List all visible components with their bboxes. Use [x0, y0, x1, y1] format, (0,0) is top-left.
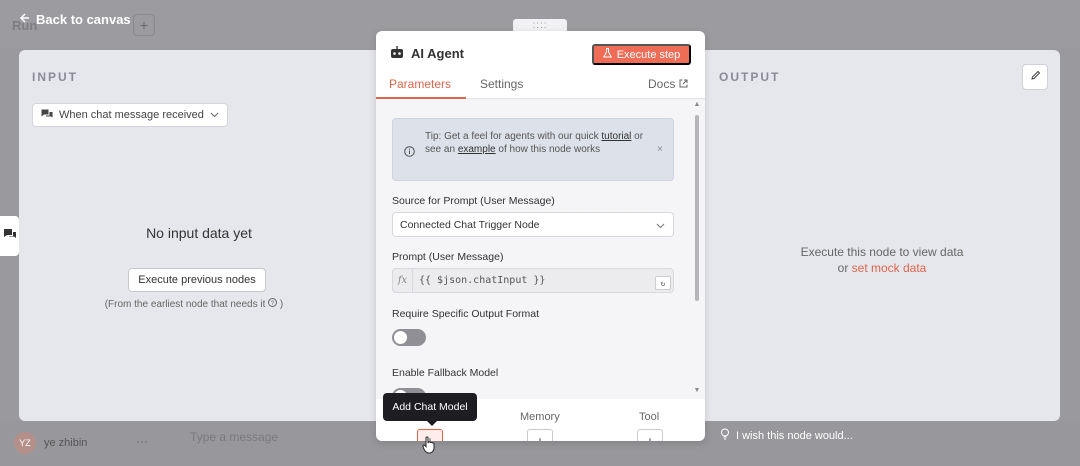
- node-title: AI Agent: [411, 46, 464, 61]
- execute-step-button[interactable]: Execute step: [592, 44, 691, 65]
- add-node-button[interactable]: +: [133, 14, 155, 36]
- tip-text: Tip: Get a feel for agents with our quic…: [425, 130, 645, 156]
- output-panel-label: OUTPUT: [719, 70, 781, 84]
- source-prompt-label: Source for Prompt (User Message): [392, 195, 555, 207]
- fx-icon: fx: [393, 269, 413, 292]
- empty-state-title: No input data yet: [146, 225, 252, 241]
- fallback-model-label: Enable Fallback Model: [392, 367, 499, 379]
- chevron-down-icon: [210, 109, 219, 121]
- user-more-button[interactable]: ···: [136, 434, 148, 448]
- output-panel: OUTPUT Execute this node to view data or…: [704, 50, 1060, 421]
- tip-suffix: of how this node works: [495, 144, 601, 155]
- chat-toggle-button[interactable]: [0, 216, 19, 256]
- robot-icon: [390, 46, 404, 64]
- add-chat-model-tooltip: Add Chat Model: [383, 393, 477, 426]
- example-link[interactable]: example: [458, 144, 496, 155]
- tool-label: Tool: [639, 411, 660, 423]
- tip-prefix: Tip: Get a feel for agents with our quic…: [425, 131, 602, 142]
- source-prompt-select[interactable]: Connected Chat Trigger Node: [392, 212, 674, 237]
- add-memory-button[interactable]: +: [527, 429, 553, 441]
- tutorial-link[interactable]: tutorial: [601, 131, 631, 142]
- tab-parameters[interactable]: Parameters: [389, 77, 451, 91]
- scroll-down-arrow-icon[interactable]: ▼: [693, 387, 701, 394]
- node-tabs: Parameters Settings Docs: [376, 75, 705, 99]
- user-name: ye zhibin: [44, 437, 88, 449]
- memory-label: Memory: [520, 411, 560, 423]
- feedback-placeholder: I wish this node would...: [736, 429, 853, 442]
- external-link-icon: [679, 77, 688, 91]
- execute-previous-nodes-button[interactable]: Execute previous nodes: [128, 268, 266, 292]
- input-panel-label: INPUT: [32, 70, 78, 84]
- parameters-content: Tip: Get a feel for agents with our quic…: [376, 99, 705, 405]
- execute-step-label: Execute step: [616, 48, 681, 61]
- feedback-input[interactable]: I wish this node would...: [720, 428, 853, 443]
- output-exec-text: Execute this node to view data: [800, 245, 964, 259]
- scrollbar-thumb[interactable]: [695, 115, 699, 301]
- pencil-icon: [1030, 68, 1041, 86]
- earliest-note-close: ): [279, 299, 284, 310]
- flask-icon: [602, 48, 612, 61]
- scrollbar[interactable]: ▲ ▼: [693, 99, 701, 399]
- node-settings-modal: AI Agent Execute step Parameters Setting…: [376, 31, 705, 441]
- source-prompt-value: Connected Chat Trigger Node: [400, 218, 540, 231]
- back-to-canvas-link[interactable]: Back to canvas: [18, 12, 131, 27]
- back-to-canvas-label: Back to canvas: [36, 12, 131, 27]
- require-output-toggle[interactable]: [392, 329, 426, 346]
- edit-output-button[interactable]: [1022, 64, 1048, 90]
- avatar: YZ: [14, 432, 36, 454]
- prompt-label: Prompt (User Message): [392, 251, 504, 263]
- output-empty-state: Execute this node to view data or set mo…: [704, 244, 1060, 276]
- earliest-note-text: (From the earliest node that needs it: [104, 299, 266, 310]
- set-mock-data-link[interactable]: set mock data: [852, 261, 927, 275]
- arrow-left-icon: [18, 12, 30, 27]
- close-icon[interactable]: ×: [657, 144, 663, 155]
- tab-settings[interactable]: Settings: [480, 77, 523, 91]
- prompt-expression-field[interactable]: fx {{ $json.chatInput }} ↻: [392, 268, 674, 293]
- docs-label: Docs: [648, 77, 676, 91]
- docs-link[interactable]: Docs: [648, 77, 688, 91]
- user-menu[interactable]: YZ ye zhibin: [14, 432, 87, 454]
- prompt-expression-value: {{ $json.chatInput }}: [419, 275, 546, 286]
- tip-callout: Tip: Get a feel for agents with our quic…: [392, 118, 674, 181]
- chat-message-input[interactable]: Type a message: [190, 430, 278, 444]
- earliest-node-note: (From the earliest node that needs it ? …: [19, 298, 369, 310]
- chevron-down-icon: [656, 220, 665, 232]
- chat-bubbles-icon: [3, 227, 17, 245]
- input-panel: INPUT When chat message received No inpu…: [19, 50, 379, 421]
- require-output-label: Require Specific Output Format: [392, 308, 540, 320]
- lightbulb-icon: [720, 428, 730, 443]
- add-tool-button[interactable]: +: [637, 429, 663, 441]
- chat-icon: [41, 109, 53, 122]
- trigger-node-select[interactable]: When chat message received: [32, 103, 228, 127]
- info-icon: [404, 144, 415, 162]
- output-or-text: or: [837, 261, 852, 275]
- help-icon[interactable]: ?: [268, 298, 280, 310]
- hand-cursor-icon: [422, 436, 436, 459]
- trigger-node-value: When chat message received: [59, 109, 204, 121]
- scroll-up-arrow-icon[interactable]: ▲: [693, 101, 701, 108]
- expand-expression-icon[interactable]: ↻: [655, 276, 671, 290]
